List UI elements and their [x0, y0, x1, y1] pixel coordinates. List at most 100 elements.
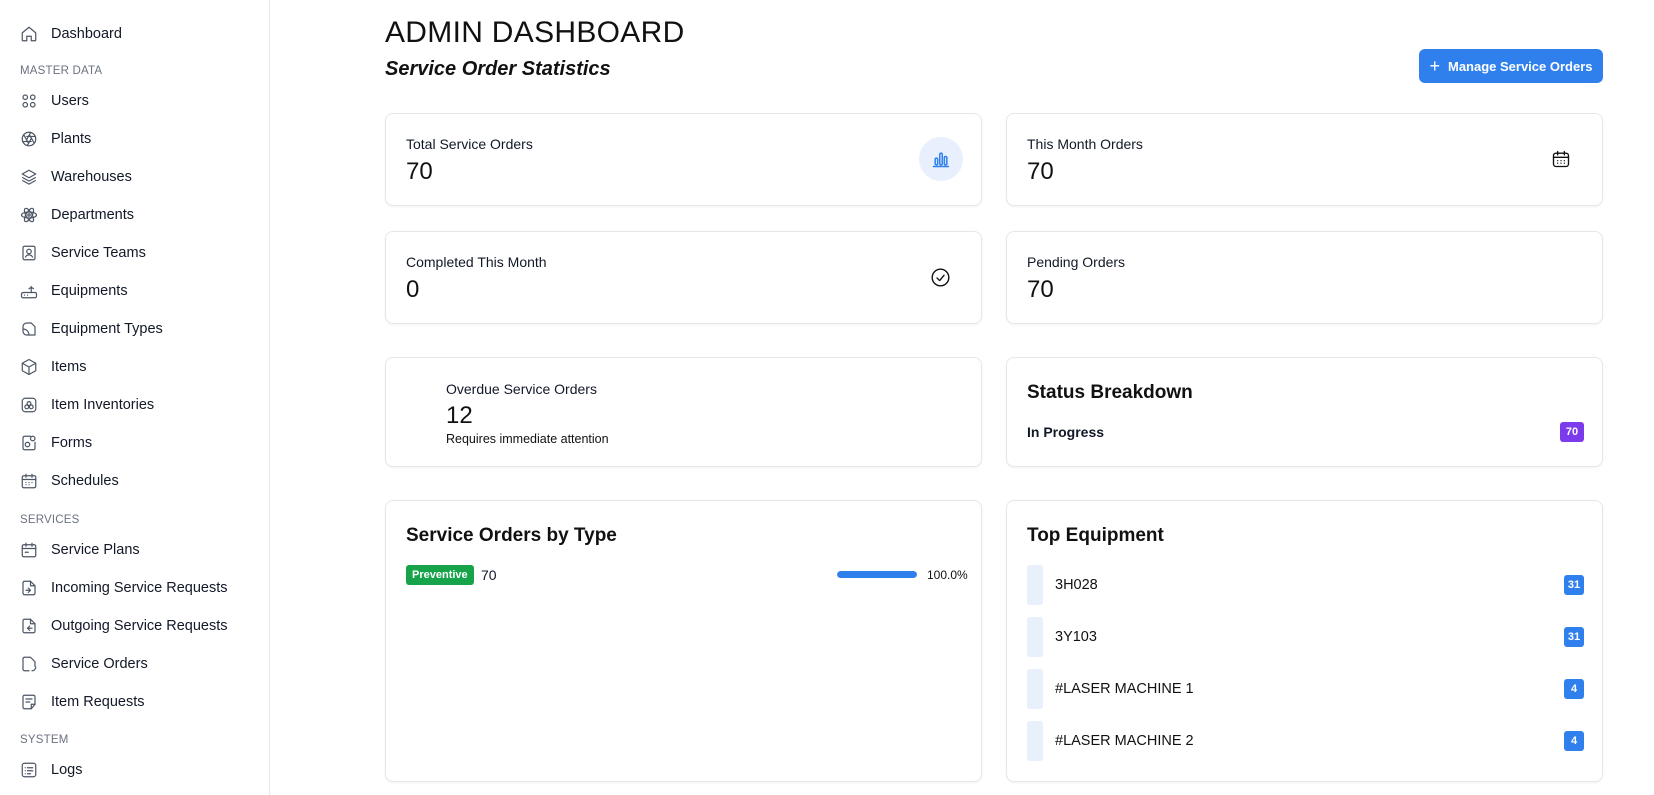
equipment-count-badge: 4 — [1564, 731, 1584, 751]
overdue-note: Requires immediate attention — [446, 432, 609, 446]
sidebar-item-incoming-service-requests[interactable]: Incoming Service Requests — [20, 575, 228, 601]
top-equipment-title: Top Equipment — [1027, 525, 1164, 546]
sidebar-item-item-inventories[interactable]: Item Inventories — [20, 392, 154, 418]
inventory-icon — [20, 396, 38, 414]
by-type-card: Service Orders by Type Preventive 70 100… — [385, 500, 982, 782]
sidebar-item-label: Plants — [51, 131, 92, 147]
plus-icon: + — [1429, 56, 1440, 76]
top-equipment-card: Top Equipment 3H028 31 3Y103 31 #LASER M… — [1006, 500, 1603, 782]
sidebar-item-warehouses[interactable]: Warehouses — [20, 164, 132, 190]
equipment-indicator — [1027, 617, 1043, 657]
sidebar-item-service-plans[interactable]: Service Plans — [20, 537, 140, 563]
sidebar-item-items[interactable]: Items — [20, 354, 86, 380]
sidebar-item-logs[interactable]: Logs — [20, 757, 82, 783]
sidebar-item-label: Users — [51, 93, 89, 109]
incoming-icon — [20, 579, 38, 597]
sidebar-item-item-requests[interactable]: Item Requests — [20, 689, 145, 715]
form-icon — [20, 434, 38, 452]
sidebar-item-equipments[interactable]: Equipments — [20, 278, 128, 304]
sidebar-item-label: Logs — [51, 762, 83, 778]
sidebar-item-equipment-types[interactable]: Equipment Types — [20, 316, 163, 342]
logs-icon — [20, 761, 38, 779]
users-icon — [20, 92, 38, 110]
sidebar-item-forms[interactable]: Forms — [20, 430, 92, 456]
stat-card-total: Total Service Orders 70 — [385, 113, 982, 206]
sidebar-item-label: Equipment Types — [51, 321, 163, 337]
type-progress-bar — [837, 571, 917, 578]
calendar-icon — [1550, 148, 1572, 170]
sidebar-item-dashboard[interactable]: Dashboard — [20, 21, 122, 47]
sidebar-item-label: Service Orders — [51, 656, 148, 672]
stat-value: 70 — [1027, 276, 1054, 303]
box-icon — [20, 358, 38, 376]
section-label-system: SYSTEM — [20, 734, 69, 746]
sidebar-item-label: Warehouses — [51, 169, 132, 185]
stat-label: This Month Orders — [1027, 136, 1143, 152]
equipment-name: 3Y103 — [1055, 629, 1097, 645]
status-label: In Progress — [1027, 424, 1105, 440]
request-icon — [20, 693, 38, 711]
equipment-indicator — [1027, 565, 1043, 605]
section-label-services: SERVICES — [20, 514, 80, 526]
sidebar-item-departments[interactable]: Departments — [20, 202, 134, 228]
sidebar-item-outgoing-service-requests[interactable]: Outgoing Service Requests — [20, 613, 228, 639]
sidebar-item-label: Departments — [51, 207, 135, 223]
page-title: ADMIN DASHBOARD — [385, 16, 685, 49]
check-circle-icon — [929, 266, 951, 288]
status-breakdown-title: Status Breakdown — [1027, 382, 1193, 403]
stat-card-pending: Pending Orders 70 — [1006, 231, 1603, 324]
sidebar-item-schedules[interactable]: Schedules — [20, 468, 119, 494]
sidebar-item-label: Item Requests — [51, 694, 145, 710]
stat-card-this-month: This Month Orders 70 — [1006, 113, 1603, 206]
status-count-badge: 70 — [1560, 422, 1584, 442]
equipment-count-badge: 31 — [1564, 575, 1584, 595]
equipment-indicator — [1027, 669, 1043, 709]
by-type-title: Service Orders by Type — [406, 525, 617, 546]
sidebar-item-label: Service Plans — [51, 542, 140, 558]
equipment-indicator — [1027, 721, 1043, 761]
overdue-label: Overdue Service Orders — [446, 381, 597, 397]
sidebar-item-label: Forms — [51, 435, 93, 451]
stat-label: Pending Orders — [1027, 254, 1126, 270]
overdue-card: Overdue Service Orders 12 Requires immed… — [385, 357, 982, 467]
equipment-name: 3H028 — [1055, 577, 1098, 593]
sidebar-item-label: Incoming Service Requests — [51, 580, 228, 596]
sidebar-item-users[interactable]: Users — [20, 88, 89, 114]
manage-service-orders-label: Manage Service Orders — [1447, 58, 1593, 74]
stat-value: 70 — [1027, 158, 1054, 185]
sidebar-item-label: Dashboard — [51, 26, 122, 42]
equipment-count-badge: 4 — [1564, 679, 1584, 699]
sidebar-item-label: Items — [51, 359, 87, 375]
stat-value: 70 — [406, 158, 433, 185]
type-progress-fill — [837, 571, 917, 578]
type-percent: 100.0% — [927, 568, 968, 582]
layers-icon — [20, 168, 38, 186]
sidebar-item-label: Service Teams — [51, 245, 146, 261]
stat-label: Completed This Month — [406, 254, 547, 270]
bar-chart-icon — [919, 137, 963, 181]
status-breakdown-card: Status Breakdown In Progress 70 — [1006, 357, 1603, 467]
section-label-master-data: MASTER DATA — [20, 65, 103, 77]
sidebar-item-label: Equipments — [51, 283, 128, 299]
equipment-name: #LASER MACHINE 1 — [1055, 681, 1194, 697]
calendar-icon — [20, 472, 38, 490]
equipment-name: #LASER MACHINE 2 — [1055, 733, 1194, 749]
order-icon — [20, 655, 38, 673]
home-icon — [20, 25, 38, 43]
router-icon — [20, 282, 38, 300]
manage-service-orders-button[interactable]: + Manage Service Orders — [1419, 49, 1603, 83]
aperture-icon — [20, 130, 38, 148]
shapes-icon — [20, 320, 38, 338]
sidebar-item-service-teams[interactable]: Service Teams — [20, 240, 146, 266]
contact-icon — [20, 244, 38, 262]
stat-label: Total Service Orders — [406, 136, 533, 152]
sidebar: Dashboard MASTER DATA Users Plants Wareh… — [0, 0, 270, 795]
sidebar-item-plants[interactable]: Plants — [20, 126, 91, 152]
type-badge: Preventive — [406, 565, 474, 585]
atom-icon — [20, 206, 38, 224]
sidebar-item-label: Schedules — [51, 473, 119, 489]
type-count: 70 — [481, 567, 497, 583]
stat-card-completed: Completed This Month 0 — [385, 231, 982, 324]
sidebar-item-service-orders[interactable]: Service Orders — [20, 651, 148, 677]
outgoing-icon — [20, 617, 38, 635]
